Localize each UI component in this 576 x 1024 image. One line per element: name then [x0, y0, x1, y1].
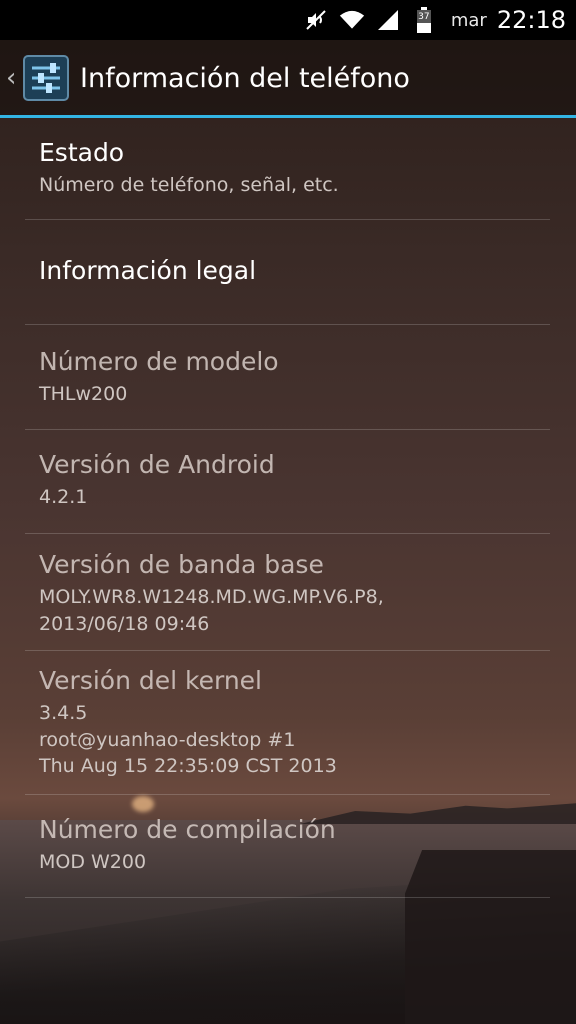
wifi-icon: [339, 7, 365, 33]
carrier-label: mar: [450, 9, 487, 31]
list-item-title: Versión de banda base: [39, 550, 324, 579]
list-item-kernel: Versión del kernel 3.4.5 root@yuanhao-de…: [0, 651, 576, 794]
list-item-title: Número de modelo: [39, 347, 279, 376]
list-item-title: Versión de Android: [39, 450, 275, 479]
list-item-title: Información legal: [39, 256, 257, 285]
list-item-summary: 4.2.1: [39, 486, 88, 508]
list-divider: [25, 897, 550, 898]
list-item-build-number[interactable]: Número de compilación MOD W200: [0, 795, 576, 897]
page-title: Información del teléfono: [80, 62, 410, 94]
back-chevron-icon[interactable]: ‹: [6, 63, 20, 93]
settings-sliders-icon[interactable]: [22, 54, 70, 102]
list-item-title: Número de compilación: [39, 815, 336, 844]
status-bar: 37 mar 22:18: [0, 0, 576, 40]
list-item-summary: 3.4.5 root@yuanhao-desktop #1 Thu Aug 15…: [39, 702, 337, 778]
list-item-summary: THLw200: [39, 383, 128, 405]
list-item-legal[interactable]: Información legal: [0, 220, 576, 324]
list-item-title: Versión del kernel: [39, 666, 262, 695]
action-bar: ‹ Información del teléfono: [0, 40, 576, 116]
list-item-android-version[interactable]: Versión de Android 4.2.1: [0, 430, 576, 533]
mute-icon: [303, 7, 329, 33]
list-item-title: Estado: [39, 138, 125, 167]
preference-list: Estado Número de teléfono, señal, etc. I…: [0, 118, 576, 898]
list-item-estado[interactable]: Estado Número de teléfono, señal, etc.: [0, 118, 576, 219]
battery-icon: 37: [411, 7, 437, 33]
clock: 22:18: [496, 6, 566, 34]
list-item-summary: MOD W200: [39, 851, 147, 873]
list-item-summary: Número de teléfono, señal, etc.: [39, 174, 339, 196]
battery-level-text: 37: [418, 12, 430, 22]
signal-icon: [375, 7, 401, 33]
list-item-summary: MOLY.WR8.W1248.MD.WG.MP.V6.P8, 2013/06/1…: [39, 586, 384, 635]
list-item-baseband: Versión de banda base MOLY.WR8.W1248.MD.…: [0, 534, 576, 650]
list-item-model: Número de modelo THLw200: [0, 325, 576, 429]
